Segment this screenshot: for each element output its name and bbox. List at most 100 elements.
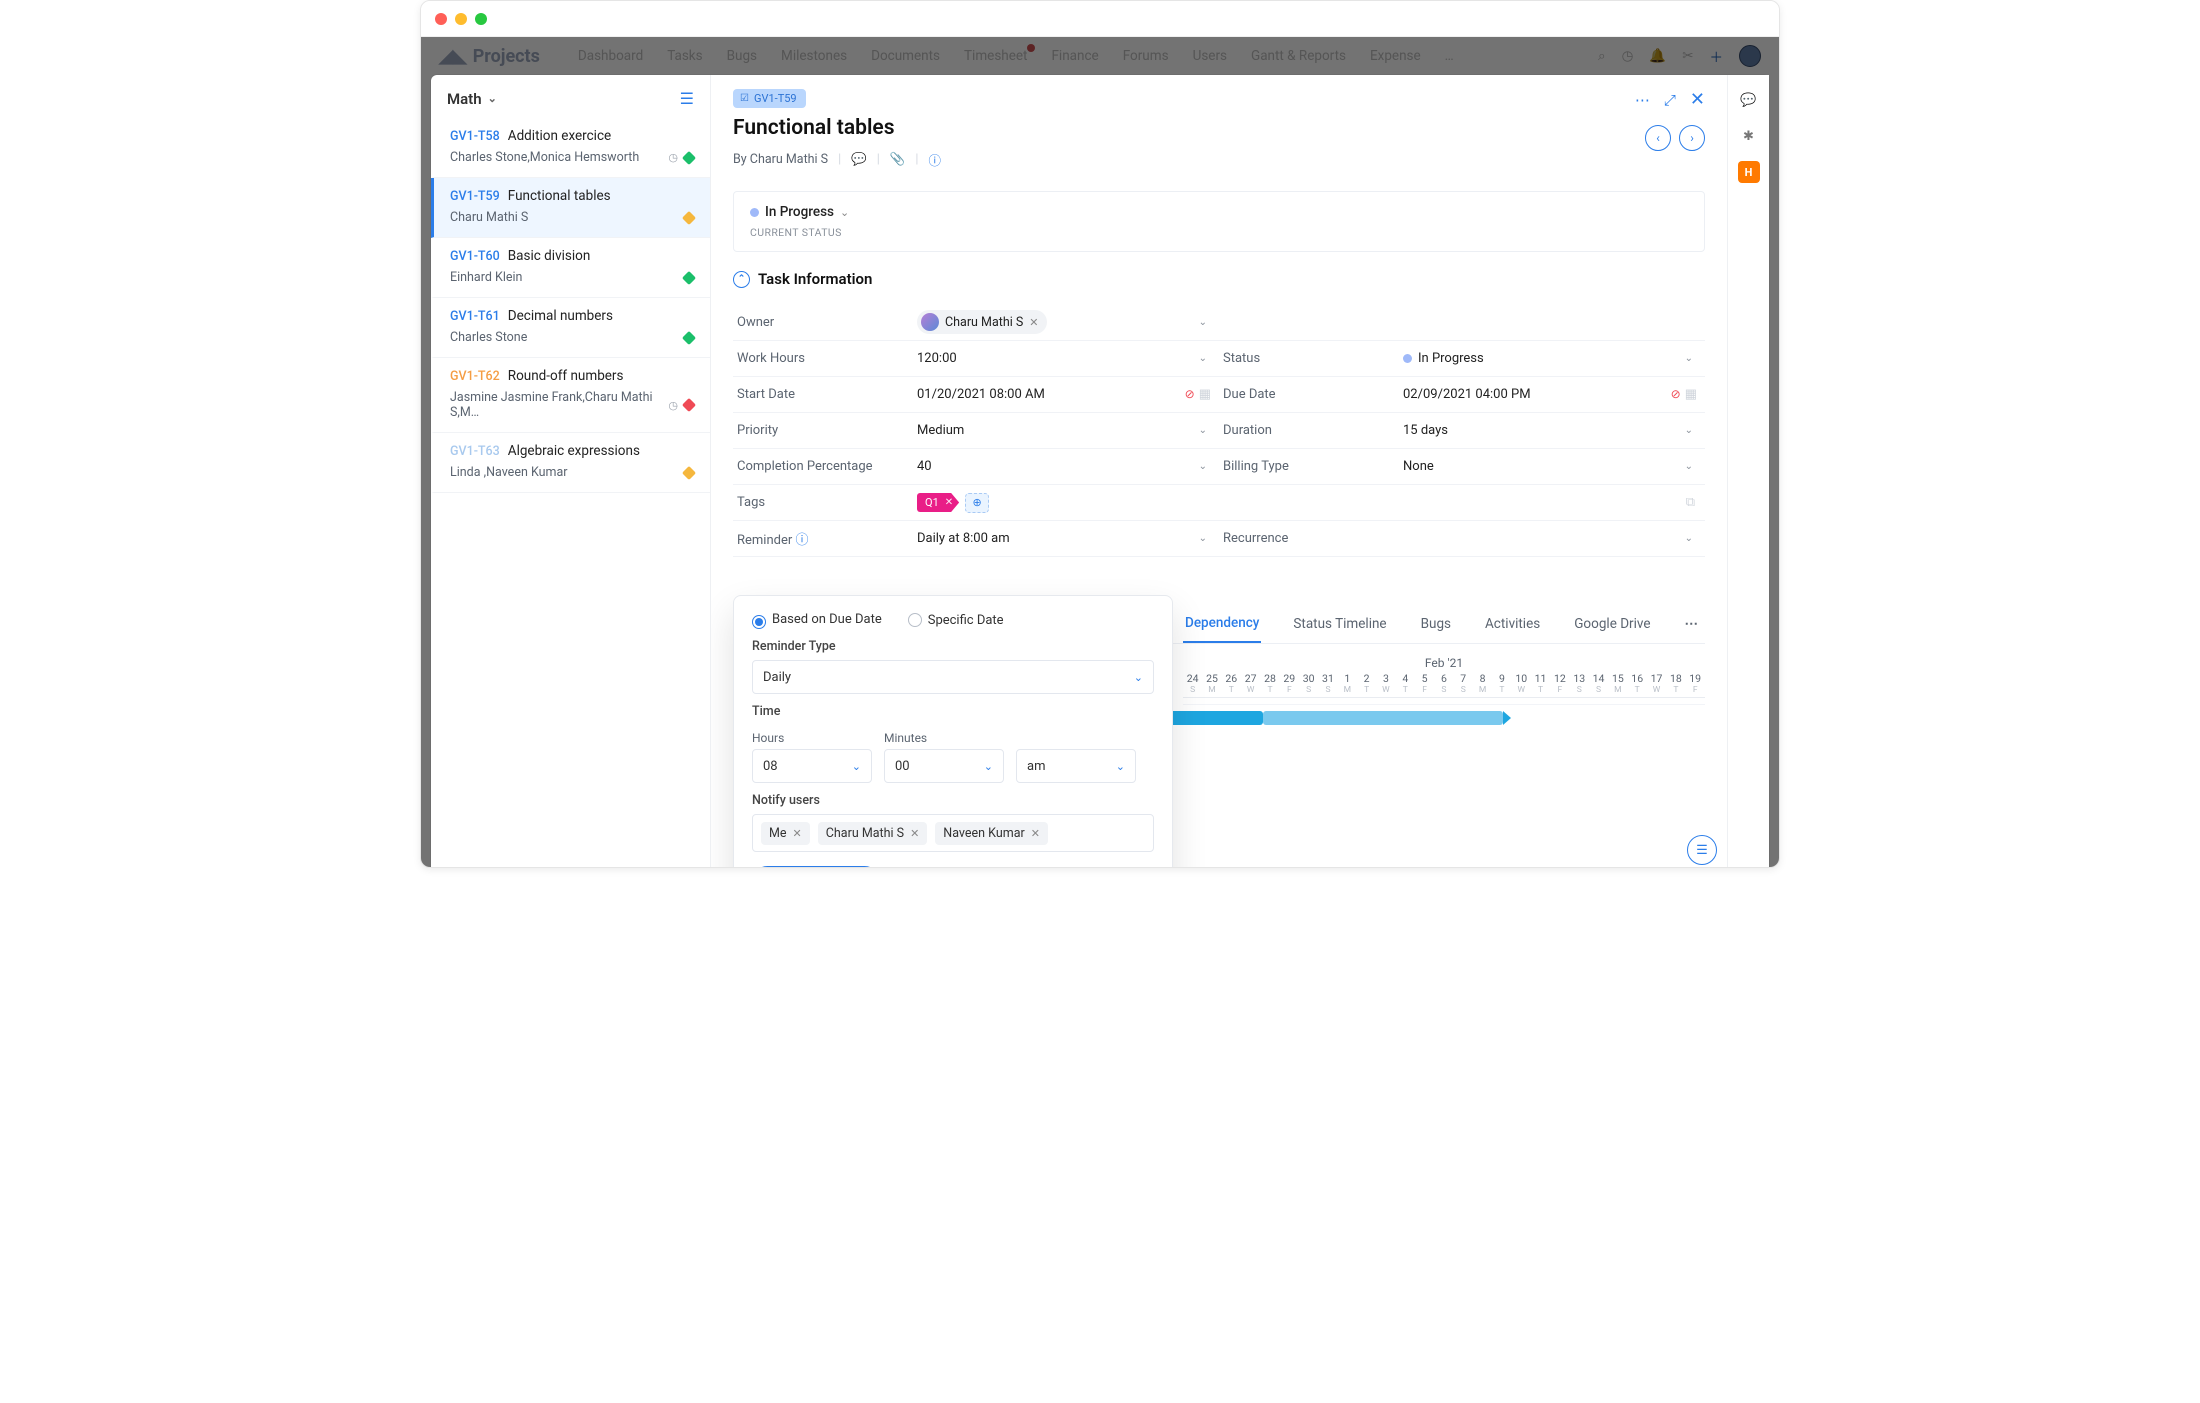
completion-label: Completion Percentage xyxy=(737,459,907,474)
task-list-item[interactable]: GV1-T62Round-off numbers Jasmine Jasmine… xyxy=(431,358,710,433)
chevron-down-icon: ⌄ xyxy=(1199,353,1207,364)
status-field[interactable]: In Progress⌄ xyxy=(1403,351,1701,366)
avatar[interactable] xyxy=(1739,45,1761,67)
nav-item[interactable]: Tasks xyxy=(667,48,702,64)
add-tag-button[interactable]: ⊕ xyxy=(965,493,989,513)
calendar-icon[interactable]: ▦ xyxy=(1199,387,1211,402)
user-chip[interactable]: Charu Mathi S ✕ xyxy=(818,822,928,845)
status-dropdown[interactable]: In Progress ⌄ xyxy=(750,204,1688,220)
duration-field[interactable]: 15 days⌄ xyxy=(1403,423,1701,438)
sparkle-icon[interactable]: ✱ xyxy=(1738,125,1760,147)
gantt-day-cell: 5F xyxy=(1415,672,1434,698)
nav-item[interactable]: Expense xyxy=(1370,48,1421,64)
ampm-select[interactable]: am⌄ xyxy=(1016,749,1136,783)
billing-field[interactable]: None⌄ xyxy=(1403,459,1701,474)
task-id: GV1-T62 xyxy=(450,369,500,384)
tab-activities[interactable]: Activities xyxy=(1483,606,1542,642)
minutes-select[interactable]: 00⌄ xyxy=(884,749,1004,783)
work-hours-field[interactable]: 120:00⌄ xyxy=(917,351,1215,366)
nav-item[interactable]: Gantt & Reports xyxy=(1251,48,1346,64)
billing-label: Billing Type xyxy=(1223,459,1393,474)
tab-status-timeline[interactable]: Status Timeline xyxy=(1291,606,1388,642)
nav-item[interactable]: Timesheet xyxy=(964,48,1027,64)
radio-due-date[interactable]: Based on Due Date xyxy=(752,612,882,629)
completion-field[interactable]: 40⌄ xyxy=(917,459,1215,474)
task-title: Functional tables xyxy=(733,116,1705,140)
gantt-bar-remaining[interactable] xyxy=(1263,711,1503,725)
task-detail-pane: GV1-T59 Functional tables By Charu Mathi… xyxy=(711,75,1727,867)
comment-icon[interactable]: 💬 xyxy=(1738,89,1760,111)
tab-more[interactable]: ⋯ xyxy=(1683,606,1701,642)
tags-field[interactable]: Q1✕ ⊕ ⧉ xyxy=(917,493,1701,513)
remove-owner-icon[interactable]: ✕ xyxy=(1029,316,1038,329)
chevron-down-icon: ⌄ xyxy=(1199,317,1207,328)
nav-item[interactable]: Forums xyxy=(1123,48,1169,64)
remove-tag-icon[interactable]: ✕ xyxy=(945,497,953,508)
gantt-day-cell: 10W xyxy=(1512,672,1531,698)
nav-item[interactable]: Bugs xyxy=(727,48,757,64)
reminder-type-select[interactable]: Daily⌄ xyxy=(752,660,1154,694)
owner-field[interactable]: Charu Mathi S✕ ⌄ xyxy=(917,310,1215,334)
info-icon[interactable]: ⓘ xyxy=(796,533,809,548)
calendar-icon[interactable]: ▦ xyxy=(1685,387,1697,402)
search-icon[interactable]: ⌕ xyxy=(1598,48,1606,64)
nav-more[interactable]: … xyxy=(1445,48,1454,64)
filter-icon[interactable]: ☰ xyxy=(680,89,694,108)
copy-icon[interactable]: ⧉ xyxy=(1686,495,1695,510)
tab-dependency[interactable]: Dependency xyxy=(1183,605,1261,643)
hours-label: Hours xyxy=(752,731,872,745)
tab-bugs[interactable]: Bugs xyxy=(1419,606,1453,642)
tag-chip[interactable]: Q1✕ xyxy=(917,493,959,512)
h-badge-icon[interactable]: H xyxy=(1738,161,1760,183)
bell-icon[interactable]: 🔔 xyxy=(1649,48,1666,64)
settings-icon[interactable]: ✂ xyxy=(1682,48,1693,64)
attachment-icon[interactable]: 📎 xyxy=(890,152,906,167)
remove-user-icon[interactable]: ✕ xyxy=(910,827,919,840)
nav-item[interactable]: Documents xyxy=(871,48,940,64)
task-list-item[interactable]: GV1-T58Addition exercice Charles Stone,M… xyxy=(431,118,710,178)
due-date-field[interactable]: 02/09/2021 04:00 PM ⊘▦ xyxy=(1403,387,1701,402)
tab-google-drive[interactable]: Google Drive xyxy=(1572,606,1652,642)
remove-user-icon[interactable]: ✕ xyxy=(793,827,802,840)
nav-item[interactable]: Users xyxy=(1193,48,1227,64)
chevron-down-icon: ⌄ xyxy=(1199,461,1207,472)
close-icon[interactable]: ✕ xyxy=(1690,89,1705,110)
user-chip[interactable]: Me ✕ xyxy=(761,822,810,845)
task-list-item[interactable]: GV1-T60Basic division Einhard Klein xyxy=(431,238,710,298)
start-date-field[interactable]: 01/20/2021 08:00 AM ⊘▦ xyxy=(917,387,1215,402)
chat-bubble-button[interactable]: ☰ xyxy=(1687,835,1717,865)
gantt-day-header: 24S25M26T27W28T29F30S31S1M2T3W4T5F6S7S8M… xyxy=(1183,672,1705,698)
close-dot[interactable] xyxy=(435,13,447,25)
category-title[interactable]: Math ⌄ xyxy=(447,90,497,108)
reminder-field[interactable]: Daily at 8:00 am⌄ xyxy=(917,531,1215,546)
gantt-day-cell: 31S xyxy=(1318,672,1337,698)
task-list-item[interactable]: GV1-T61Decimal numbers Charles Stone xyxy=(431,298,710,358)
task-title: Addition exercice xyxy=(508,128,611,144)
nav-item[interactable]: Dashboard xyxy=(578,48,643,64)
hours-select[interactable]: 08⌄ xyxy=(752,749,872,783)
app-logo[interactable]: ◢◣Projects xyxy=(439,46,540,67)
next-task-button[interactable]: › xyxy=(1679,125,1705,151)
radio-specific-date[interactable]: Specific Date xyxy=(908,613,1004,628)
minimize-dot[interactable] xyxy=(455,13,467,25)
nav-item[interactable]: Milestones xyxy=(781,48,847,64)
comments-icon[interactable]: 💬 xyxy=(851,152,867,167)
priority-field[interactable]: Medium⌄ xyxy=(917,423,1215,438)
task-list-item[interactable]: GV1-T63Algebraic expressions Linda ,Nave… xyxy=(431,433,710,493)
remove-user-icon[interactable]: ✕ xyxy=(1031,827,1040,840)
timer-icon[interactable]: ◷ xyxy=(1622,48,1634,64)
collapse-icon[interactable]: ⌃ xyxy=(733,271,750,288)
update-reminder-button[interactable]: Update reminder xyxy=(752,866,880,867)
notify-users-field[interactable]: Me ✕ Charu Mathi S ✕ Naveen Kumar ✕ xyxy=(752,814,1154,852)
nav-item[interactable]: Finance xyxy=(1051,48,1098,64)
plus-icon[interactable]: ＋ xyxy=(1710,46,1724,66)
more-icon[interactable]: ⋯ xyxy=(1635,91,1650,109)
prev-task-button[interactable]: ‹ xyxy=(1645,125,1671,151)
info-icon[interactable]: ⓘ xyxy=(928,150,941,169)
user-chip[interactable]: Naveen Kumar ✕ xyxy=(935,822,1048,845)
fullscreen-dot[interactable] xyxy=(475,13,487,25)
task-list-item[interactable]: GV1-T59Functional tables Charu Mathi S xyxy=(431,178,710,238)
expand-icon[interactable]: ⤢ xyxy=(1664,91,1676,109)
task-list-pane: Math ⌄ ☰ GV1-T58Addition exercice Charle… xyxy=(431,75,711,867)
reminder-label: Reminder ⓘ xyxy=(737,529,907,548)
